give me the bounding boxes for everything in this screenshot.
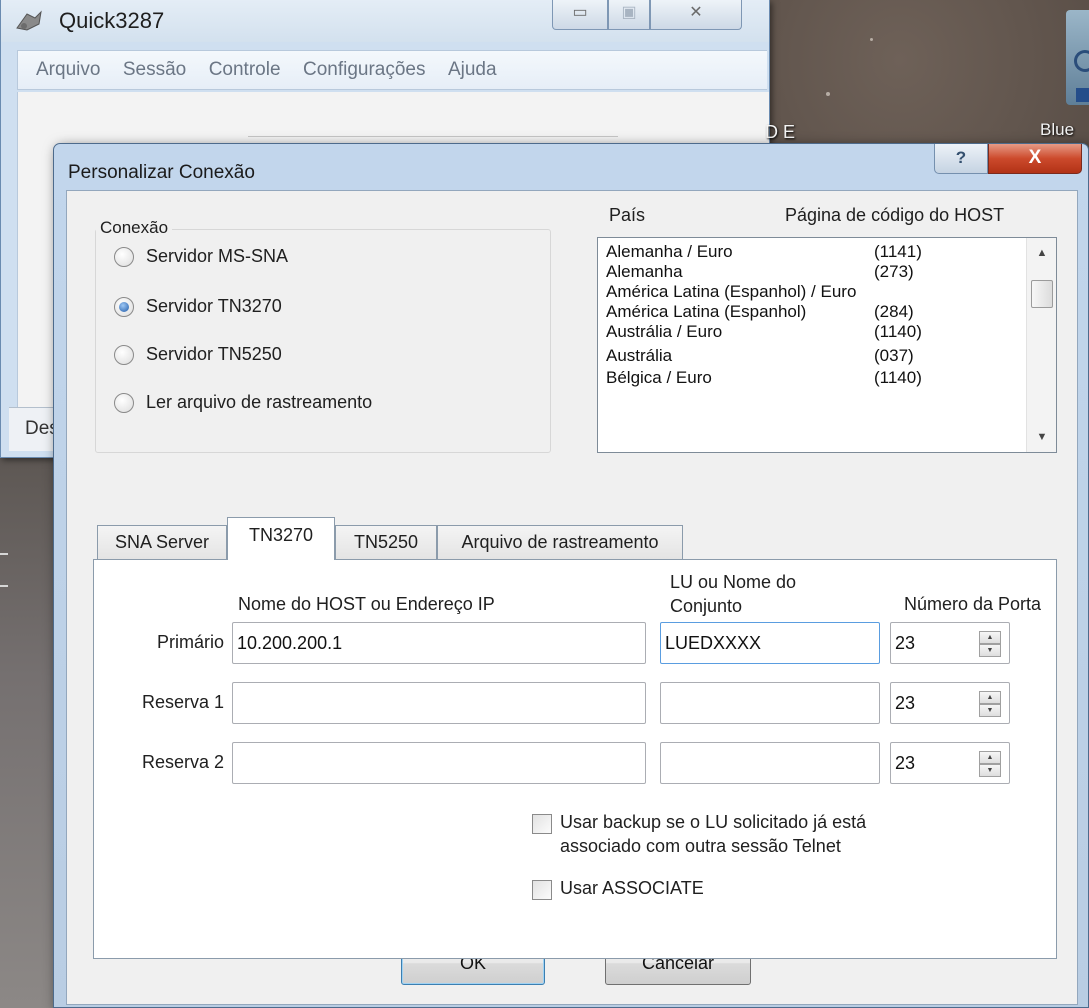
bluetooth-icon bbox=[1074, 50, 1089, 72]
row-label-backup1: Reserva 1 bbox=[141, 692, 224, 712]
backup2-port-stepper[interactable]: 23 ▲ ▼ bbox=[890, 742, 1010, 784]
menu-sessao[interactable]: Sessão bbox=[123, 51, 186, 89]
tn3270-tab-panel: Nome do HOST ou Endereço IP LU ou Nome d… bbox=[93, 559, 1057, 959]
divider bbox=[248, 136, 618, 137]
radio-label[interactable]: Servidor MS-SNA bbox=[146, 246, 288, 267]
tab-sna-server[interactable]: SNA Server bbox=[97, 525, 227, 559]
dialog-close-button[interactable]: X bbox=[988, 144, 1082, 174]
backup1-port-value[interactable]: 23 bbox=[895, 693, 915, 713]
scroll-thumb[interactable] bbox=[1031, 280, 1053, 308]
strip-tick bbox=[0, 553, 8, 555]
spin-up-icon[interactable]: ▲ bbox=[979, 631, 1001, 644]
codepage-column-header: Página de código do HOST bbox=[785, 205, 1005, 225]
country-column-header: País bbox=[609, 205, 646, 225]
background-titlebar[interactable]: Quick3287 ▭ ▣ ✕ bbox=[1, 0, 769, 42]
backup1-lu-input[interactable] bbox=[660, 682, 880, 724]
dialog-title: Personalizar Conexão bbox=[68, 162, 255, 183]
spin-buttons[interactable]: ▲ ▼ bbox=[979, 691, 1001, 717]
country-listbox[interactable]: Alemanha / Euro (1141) Alemanha (273) Am… bbox=[597, 237, 1057, 453]
desktop-shortcut-label[interactable]: Blue bbox=[1040, 120, 1074, 140]
spin-up-icon[interactable]: ▲ bbox=[979, 751, 1001, 764]
use-associate-label[interactable]: Usar ASSOCIATE bbox=[560, 876, 704, 900]
app-icon bbox=[16, 10, 42, 31]
help-button[interactable]: ? bbox=[934, 144, 988, 174]
connection-group: Conexão Servidor MS-SNA Servidor TN3270 … bbox=[95, 218, 551, 453]
use-backup-label-line1[interactable]: Usar backup se o LU solicitado já está bbox=[560, 810, 866, 834]
scroll-down-arrow-icon[interactable]: ▼ bbox=[1027, 426, 1056, 448]
dialog-body: Conexão Servidor MS-SNA Servidor TN3270 … bbox=[66, 190, 1078, 1005]
close-button[interactable]: ✕ bbox=[650, 0, 742, 30]
background-window-title: Quick3287 bbox=[59, 8, 165, 33]
backup2-host-input[interactable] bbox=[232, 742, 646, 784]
use-backup-checkbox-row[interactable]: Usar backup se o LU solicitado já está a… bbox=[532, 810, 952, 860]
scroll-up-arrow-icon[interactable]: ▲ bbox=[1027, 242, 1056, 264]
list-item-code: (273) bbox=[874, 262, 914, 281]
list-item-name: Austrália bbox=[606, 346, 673, 365]
connection-group-label: Conexão bbox=[96, 218, 173, 238]
spin-down-icon[interactable]: ▼ bbox=[979, 704, 1001, 717]
maximize-button[interactable]: ▣ bbox=[608, 0, 650, 30]
row-label-backup2: Reserva 2 bbox=[141, 752, 224, 772]
desktop-star bbox=[870, 38, 873, 41]
backup1-host-input[interactable] bbox=[232, 682, 646, 724]
radio-button[interactable] bbox=[114, 297, 134, 317]
menu-controle[interactable]: Controle bbox=[209, 51, 281, 89]
shortcut-arrow-icon bbox=[1076, 88, 1089, 102]
host-column-header: Nome do HOST ou Endereço IP bbox=[238, 594, 495, 614]
spin-buttons[interactable]: ▲ ▼ bbox=[979, 751, 1001, 777]
radio-label[interactable]: Ler arquivo de rastreamento bbox=[146, 392, 372, 413]
primary-port-stepper[interactable]: 23 ▲ ▼ bbox=[890, 622, 1010, 664]
radio-button[interactable] bbox=[114, 345, 134, 365]
backup2-port-value[interactable]: 23 bbox=[895, 753, 915, 773]
radio-label[interactable]: Servidor TN5250 bbox=[146, 344, 282, 365]
spin-buttons[interactable]: ▲ ▼ bbox=[979, 631, 1001, 657]
menu-configuracoes[interactable]: Configurações bbox=[303, 51, 426, 89]
tab-tn3270[interactable]: TN3270 bbox=[227, 517, 335, 560]
list-item-code: (284) bbox=[874, 302, 914, 321]
lu-column-header-line2: Conjunto bbox=[670, 596, 743, 616]
desktop-side-strip bbox=[0, 455, 60, 1008]
desktop-star bbox=[826, 92, 830, 96]
radio-button[interactable] bbox=[114, 393, 134, 413]
minimize-button[interactable]: ▭ bbox=[552, 0, 608, 30]
list-item-name: América Latina (Espanhol) bbox=[606, 302, 807, 321]
desktop-partial-label: D E bbox=[765, 122, 796, 142]
row-label-primary: Primário bbox=[156, 632, 224, 652]
list-item-code: (1140) bbox=[874, 322, 922, 341]
use-associate-checkbox-row[interactable]: Usar ASSOCIATE bbox=[532, 876, 792, 904]
customize-connection-dialog[interactable]: Personalizar Conexão ? X Conexão Servido… bbox=[53, 143, 1089, 1008]
list-item-name: Austrália / Euro bbox=[606, 322, 723, 341]
list-item-code: (1141) bbox=[874, 242, 922, 261]
primary-host-input[interactable]: 10.200.200.1 bbox=[232, 622, 646, 664]
use-backup-checkbox[interactable] bbox=[532, 814, 552, 834]
spin-down-icon[interactable]: ▼ bbox=[979, 764, 1001, 777]
menu-arquivo[interactable]: Arquivo bbox=[36, 51, 100, 89]
list-item-name: Bélgica / Euro bbox=[606, 368, 712, 387]
list-item-name: Alemanha / Euro bbox=[606, 242, 733, 261]
use-backup-label-line2[interactable]: associado com outra sessão Telnet bbox=[560, 834, 841, 858]
backup1-port-stepper[interactable]: 23 ▲ ▼ bbox=[890, 682, 1010, 724]
strip-tick bbox=[0, 585, 8, 587]
list-item-name: Alemanha bbox=[606, 262, 683, 281]
tab-tn5250[interactable]: TN5250 bbox=[335, 525, 437, 559]
screen: Blue Quick3287 ▭ ▣ ✕ Arquivo Sessão Cont… bbox=[0, 0, 1089, 1008]
list-scrollbar[interactable]: ▲ ▼ bbox=[1026, 238, 1056, 452]
primary-port-value[interactable]: 23 bbox=[895, 633, 915, 653]
radio-button[interactable] bbox=[114, 247, 134, 267]
use-associate-checkbox[interactable] bbox=[532, 880, 552, 900]
tab-trace-file[interactable]: Arquivo de rastreamento bbox=[437, 525, 683, 559]
spin-up-icon[interactable]: ▲ bbox=[979, 691, 1001, 704]
menubar: Arquivo Sessão Controle Configurações Aj… bbox=[17, 50, 767, 90]
list-item-name: América Latina (Espanhol) / Euro bbox=[606, 282, 857, 301]
backup2-lu-input[interactable] bbox=[660, 742, 880, 784]
menu-ajuda[interactable]: Ajuda bbox=[448, 51, 497, 89]
primary-lu-input[interactable]: LUEDXXXX bbox=[660, 622, 880, 664]
spin-down-icon[interactable]: ▼ bbox=[979, 644, 1001, 657]
radio-label[interactable]: Servidor TN3270 bbox=[146, 296, 282, 317]
lu-column-header-line1: LU ou Nome do bbox=[670, 572, 797, 592]
port-column-header: Número da Porta bbox=[904, 594, 1042, 614]
list-item-code: (037) bbox=[874, 346, 914, 365]
desktop-shortcut-icon[interactable] bbox=[1066, 10, 1089, 105]
list-item-code: (1140) bbox=[874, 368, 922, 387]
